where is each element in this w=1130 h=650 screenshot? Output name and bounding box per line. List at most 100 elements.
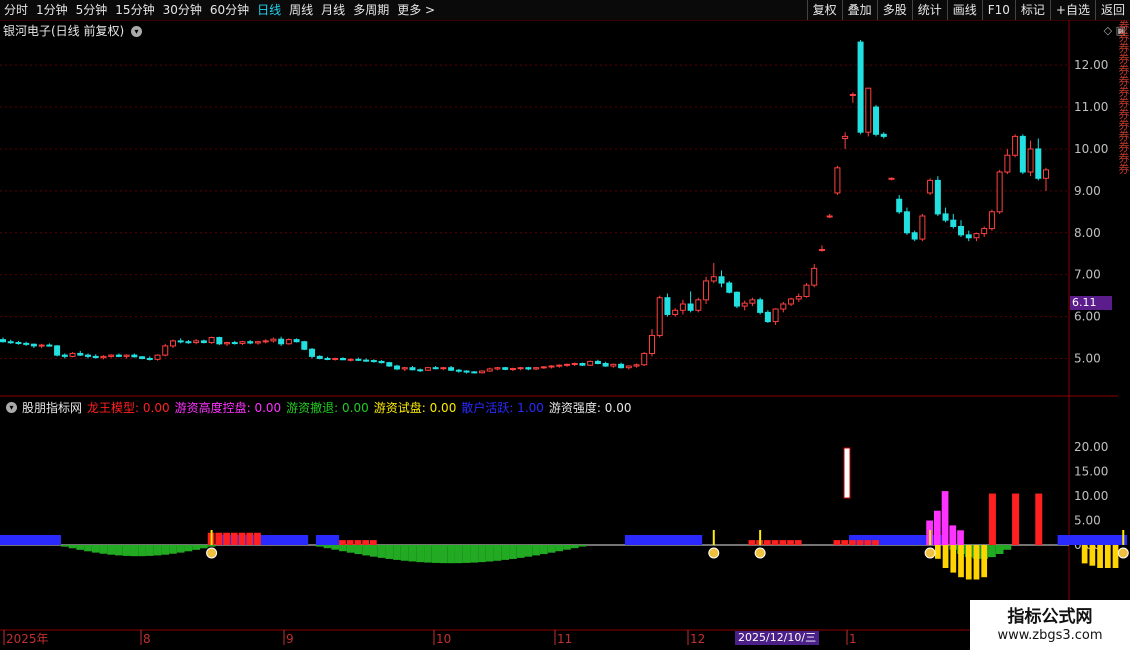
candle-body [324,357,331,360]
capital-retreat-bar [362,545,370,556]
candle-body [888,177,895,180]
candle-body [432,367,439,370]
candle-body [780,303,787,310]
candle-body [46,344,53,347]
capital-retreat-bar [547,545,556,553]
dragon-king-bar [238,532,246,545]
capital-retreat-bar [176,545,185,553]
capital-retreat-bar [524,545,533,557]
time-tick-label: 2025年 [6,632,49,646]
candle-body [61,354,68,357]
capital-retreat-bar [416,545,425,563]
candle-body [332,357,339,360]
price-tick-label: 8.00 [1074,226,1101,240]
money-bag-icon [708,547,720,559]
capital-retreat-bar [153,545,162,556]
candle-body [795,295,802,300]
candle-body [378,360,385,364]
candle-body [571,363,578,366]
candle-body [903,211,910,234]
capital-retreat-bar [555,545,564,552]
candle-body [687,303,694,311]
watermark-title: 指标公式网 [1007,607,1093,627]
candle-body [602,363,609,367]
price-tick-label: 11.00 [1074,100,1108,114]
candle-body [108,354,115,357]
indicator-tick-label: 20.00 [1074,440,1108,454]
capital-retreat-bar [84,545,92,552]
candle-body [7,341,14,344]
candle-body [69,352,76,357]
money-bag-icon [206,547,218,559]
capital-retreat-bar [988,545,996,558]
candle-body [463,370,470,373]
capital-retreat-bar [145,545,154,556]
dragon-king-bar [988,493,996,545]
candle-body [672,309,679,315]
capital-retreat-bar [509,545,517,559]
candle-body [486,368,493,372]
dragon-king-bar [254,532,261,545]
candle-body [873,106,880,135]
candle-body [749,299,756,304]
high-control-bar [941,491,949,545]
candle-body [301,341,308,350]
capital-retreat-bar [207,545,216,547]
candle-body [865,87,872,133]
dragon-king-bar [346,540,354,545]
candle-body [208,337,215,344]
candle-body [618,363,625,369]
capital-retreat-bar [470,545,479,563]
candle-body [996,171,1003,213]
capital-retreat-bar [377,545,386,558]
dragon-king-bar [1012,493,1020,545]
capital-retreat-bar [91,545,100,553]
capital-retreat-bar [323,545,332,549]
candle-body [1035,148,1042,179]
candle-body [316,355,323,359]
candle-body [54,345,61,356]
chart-canvas[interactable]: 12.00 11.00 10.00 9.00 8.00 7.00 6.00 5.00 20.00… [0,0,1130,650]
candle-body [811,267,818,286]
chevron-down-icon[interactable]: ▾ [131,26,143,37]
candle-body [525,367,532,370]
dragon-king-bar [848,540,856,545]
candle-body [339,357,346,361]
candle-body [958,225,965,236]
probe-bar [981,545,988,578]
chevron-down-icon[interactable]: ▾ [6,402,17,413]
watermark: 指标公式网 www.zbgs3.com [970,600,1130,650]
capital-retreat-bar [478,545,486,563]
probe-bar [1089,545,1096,566]
probe-bar [965,545,972,580]
candle-body [23,342,30,345]
candle-body [278,338,285,345]
capital-retreat-bar [516,545,525,558]
candle-body [15,342,22,345]
candle-body [726,282,733,293]
indicator-legend-item: 游资试盘: 0.00 [373,401,457,415]
candle-body [494,367,501,370]
candle-body [556,364,563,367]
capital-retreat-bar [462,545,471,563]
money-bag-icon [754,547,766,559]
capital-retreat-bar [431,545,440,563]
candle-body [424,367,431,371]
candle-body [440,367,447,370]
capital-retreat-bar [122,545,131,556]
candle-body [648,334,655,354]
candle-body [950,219,957,227]
price-tick-label: 9.00 [1074,184,1101,198]
candle-body [849,93,856,96]
candle-body [563,363,570,366]
diamond-icon[interactable]: ◇ [1104,24,1112,37]
candle-body [594,360,601,365]
right-strip: 券券券券券券券券券券券券券券 [1119,20,1130,174]
dragon-king-bar [748,540,756,545]
candle-body [455,369,462,372]
capital-retreat-bar [161,545,170,555]
probe-bar [973,545,980,580]
candle-body [169,340,176,347]
time-tick-label: 1 [849,632,857,646]
capital-retreat-bar [578,545,587,547]
